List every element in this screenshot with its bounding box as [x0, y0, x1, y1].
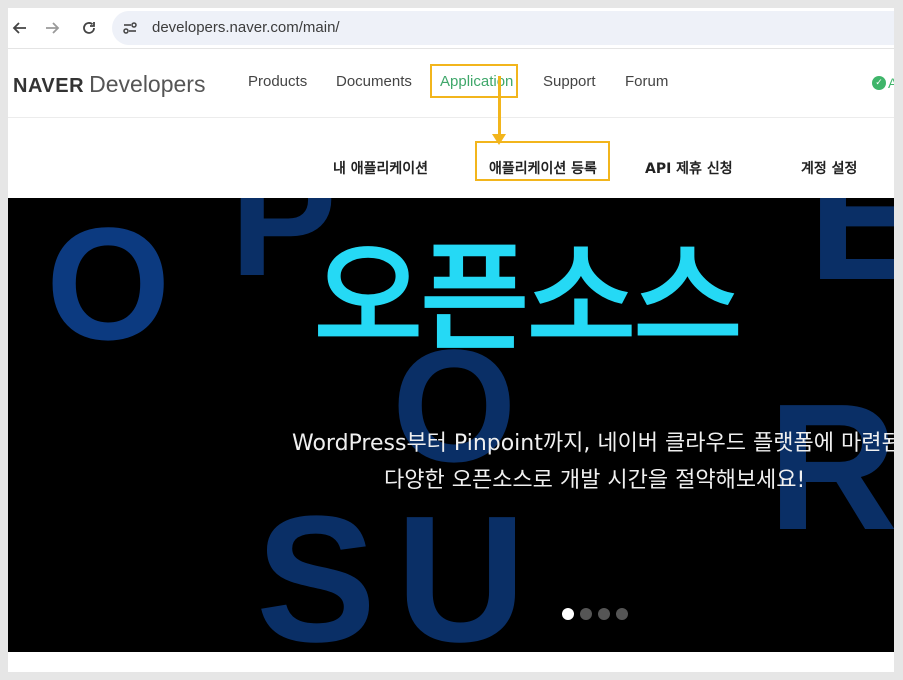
application-highlight-box — [430, 64, 518, 98]
bg-letter-o1: O — [46, 198, 171, 373]
nav-products[interactable]: Products — [248, 73, 307, 90]
site-header: NAVER Developers Products Documents Appl… — [8, 49, 894, 118]
page-bottom-area — [8, 652, 894, 672]
site-info-icon[interactable] — [118, 16, 142, 40]
slide-dot-1[interactable] — [562, 608, 574, 620]
reload-icon[interactable] — [77, 16, 101, 40]
browser-window: developers.naver.com/main/ NAVER Develop… — [8, 8, 894, 672]
nav-forum[interactable]: Forum — [625, 73, 668, 90]
slide-dot-3[interactable] — [598, 608, 610, 620]
submenu-account-settings[interactable]: 계정 설정 — [801, 158, 857, 178]
bg-letter-u: U — [396, 479, 526, 653]
application-submenu: 내 애플리케이션 애플리케이션 등록 API 제휴 신청 계정 설정 — [8, 118, 894, 198]
annotation-arrow-head — [492, 134, 506, 145]
nav-support[interactable]: Support — [543, 73, 596, 90]
logo-brand: NAVER — [13, 75, 85, 97]
hero-title: 오픈소스 — [314, 229, 742, 367]
bg-letter-s: S — [256, 479, 377, 653]
slide-indicator — [562, 608, 628, 620]
slide-dot-2[interactable] — [580, 608, 592, 620]
slide-dot-4[interactable] — [616, 608, 628, 620]
back-arrow-icon[interactable] — [8, 16, 32, 40]
logo-product: Developers — [89, 71, 206, 97]
annotation-arrow-line — [498, 76, 501, 136]
hero-description-line1: WordPress부터 Pinpoint까지, 네이버 클라우드 플랫폼에 마련… — [292, 431, 894, 456]
bg-letter-e: E — [808, 198, 894, 318]
hero-banner[interactable]: O P O S U R E 오픈소스 WordPress부터 Pinpoint까… — [8, 198, 894, 652]
address-bar[interactable]: developers.naver.com/main/ — [112, 11, 894, 45]
url-text: developers.naver.com/main/ — [152, 19, 340, 36]
status-text: A — [888, 75, 894, 91]
hero-description-line2: 다양한 오픈소스로 개발 시간을 절약해보세요! — [384, 468, 806, 493]
submenu-my-applications[interactable]: 내 애플리케이션 — [333, 158, 428, 178]
browser-toolbar: developers.naver.com/main/ — [8, 8, 894, 49]
register-highlight-box — [475, 141, 610, 181]
check-circle-icon: ✓ — [872, 76, 886, 90]
nav-documents[interactable]: Documents — [336, 73, 412, 90]
naver-developers-logo[interactable]: NAVER Developers — [13, 71, 205, 98]
forward-arrow-icon[interactable] — [40, 16, 64, 40]
submenu-api-partnership[interactable]: API 제휴 신청 — [645, 158, 733, 178]
